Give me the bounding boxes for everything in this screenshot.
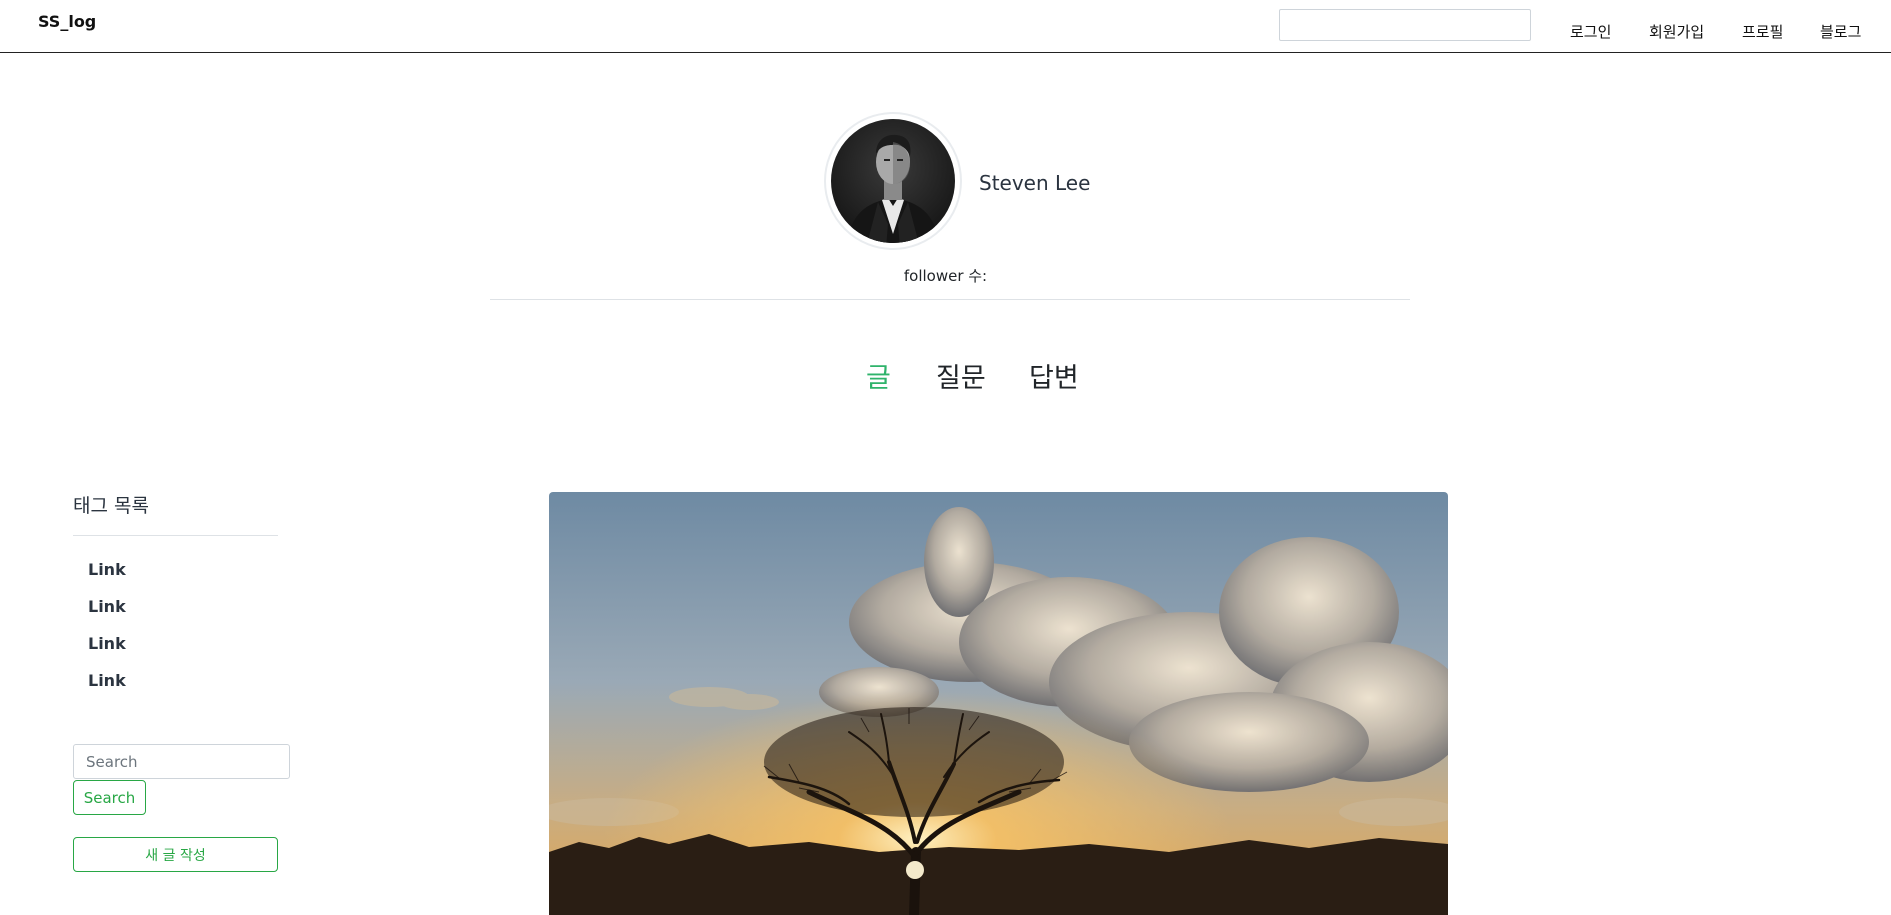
nav-profile-link[interactable]: 프로필 <box>1742 21 1783 42</box>
new-post-button[interactable]: 새 글 작성 <box>73 837 278 872</box>
tag-link[interactable]: Link <box>88 597 126 616</box>
sidebar-divider <box>73 535 278 536</box>
tag-link[interactable]: Link <box>88 671 126 690</box>
sidebar-search-input[interactable] <box>73 744 290 779</box>
nav-login-link[interactable]: 로그인 <box>1570 21 1611 42</box>
profile-divider <box>490 299 1410 300</box>
profile-avatar <box>824 112 962 250</box>
follower-count: follower 수: <box>903 267 988 285</box>
post-thumbnail[interactable] <box>549 492 1448 915</box>
tab-answers[interactable]: 답변 <box>1029 356 1079 395</box>
navbar-search-input[interactable] <box>1279 9 1531 41</box>
tab-questions[interactable]: 질문 <box>936 356 986 395</box>
nav-signup-link[interactable]: 회원가입 <box>1649 21 1704 42</box>
tag-list-title: 태그 목록 <box>73 495 149 517</box>
tag-link[interactable]: Link <box>88 560 126 579</box>
brand-logo[interactable]: SS_log <box>38 12 96 31</box>
tag-link[interactable]: Link <box>88 634 126 653</box>
profile-name: Steven Lee <box>979 171 1091 195</box>
tree-sunset-image <box>549 492 1448 915</box>
nav-blog-link[interactable]: 블로그 <box>1820 21 1861 42</box>
sidebar-search-button[interactable]: Search <box>73 780 146 815</box>
top-navbar: SS_log 로그인 회원가입 프로필 블로그 <box>0 0 1891 53</box>
avatar-photo <box>831 119 955 243</box>
tab-posts[interactable]: 글 <box>866 356 891 395</box>
